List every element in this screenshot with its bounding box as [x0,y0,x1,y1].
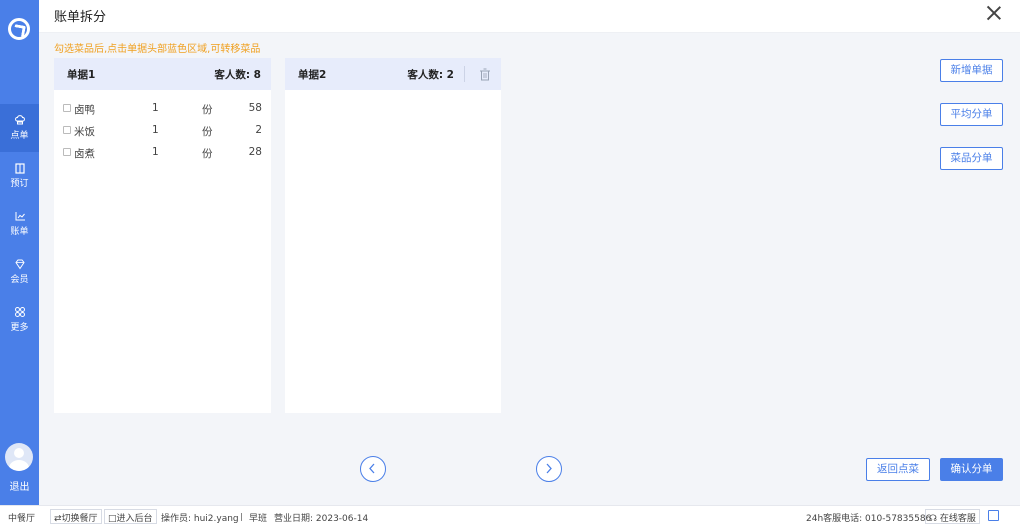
confirm-split-button[interactable]: 确认分单 [940,458,1003,481]
guest-count: 客人数: 2 [407,68,454,81]
sidebar-item-label: 预订 [10,179,29,189]
divider [464,66,465,82]
book-icon [14,162,26,174]
online-service-label: 在线客服 [939,514,976,524]
sidebar-item-label: 点单 [10,131,29,141]
current-hall: 中餐厅 [8,514,36,524]
switch-hall-button[interactable]: ⇄切换餐厅 [50,509,102,524]
dish-price: 58 [248,102,262,114]
grid-icon [14,306,26,318]
hint-text: 勾选菜品后,点击单据头部蓝色区域,可转移菜品 [54,44,261,55]
dish-qty: 1 [152,124,159,136]
item-checkbox[interactable] [63,148,71,156]
item-checkbox[interactable] [63,126,71,134]
bill-name: 单据1 [67,68,96,81]
sidebar-item-label: 更多 [10,323,29,333]
guest-count: 客人数: 8 [214,68,261,81]
item-checkbox[interactable] [63,104,71,112]
sidebar-item-reservation[interactable]: 预订 [0,152,39,200]
enter-backend-label: 进入后台 [116,514,153,524]
status-bar: 中餐厅 ⇄切换餐厅 □进入后台 操作员: hui2.yang 早班 营业日期: … [0,505,1020,527]
shift-info: 早班 [249,514,268,524]
page-title: 账单拆分 [54,10,107,25]
add-bill-button[interactable]: 新增单据 [940,59,1003,82]
dish-qty: 1 [152,146,159,158]
chart-icon [14,210,26,222]
dish-unit: 份 [202,148,213,160]
dish-price: 2 [255,124,262,136]
sidebar-item-label: 会员 [10,275,29,285]
chevron-left-icon [369,463,375,474]
diamond-icon [14,258,26,270]
fullscreen-icon[interactable] [988,510,999,521]
operator-info: 操作员: hui2.yang [161,514,239,524]
average-split-button[interactable]: 平均分单 [940,103,1003,126]
prev-page-button[interactable] [360,456,386,482]
list-item[interactable]: 米饭 1 份 2 [54,120,271,142]
bill-header-1[interactable]: 单据1 客人数: 8 [54,58,271,90]
dish-unit: 份 [202,104,213,116]
sidebar-item-label: 账单 [10,227,29,237]
bill-panel-1: 单据1 客人数: 8 卤鸭 1 份 58 米饭 1 份 2 卤煮 1 份 28 [54,58,271,413]
chef-hat-icon [14,114,26,126]
headset-icon: ☊ [929,514,937,524]
sidebar: 点单 预订 账单 会员 更多 退出 [0,0,39,505]
bill-header-2[interactable]: 单据2 客人数: 2 [285,58,501,90]
chevron-right-icon [546,463,552,474]
list-item[interactable]: 卤鸭 1 份 58 [54,98,271,120]
dish-price: 28 [248,146,262,158]
bill-name: 单据2 [298,68,327,81]
dish-name: 米饭 [74,126,95,138]
logout-button[interactable]: 退出 [0,478,39,493]
dish-name: 卤鸭 [74,104,95,116]
trash-icon[interactable] [479,68,491,81]
sidebar-item-order[interactable]: 点单 [0,104,39,152]
bill-panel-2: 单据2 客人数: 2 [285,58,501,413]
dish-split-button[interactable]: 菜品分单 [940,147,1003,170]
list-item[interactable]: 卤煮 1 份 28 [54,142,271,164]
sidebar-item-more[interactable]: 更多 [0,296,39,344]
next-page-button[interactable] [536,456,562,482]
business-date: 营业日期: 2023-06-14 [274,514,369,524]
sidebar-item-bill[interactable]: 账单 [0,200,39,248]
sidebar-item-member[interactable]: 会员 [0,248,39,296]
dish-qty: 1 [152,102,159,114]
dish-name: 卤煮 [74,148,95,160]
hotline: 24h客服电话: 010-57835586 [806,514,932,524]
close-icon[interactable] [986,5,1002,21]
dish-unit: 份 [202,126,213,138]
divider [241,513,242,521]
app-logo [8,18,30,40]
enter-backend-button[interactable]: □进入后台 [104,509,157,524]
online-service-button[interactable]: ☊ 在线客服 [925,509,980,524]
back-to-order-button[interactable]: 返回点菜 [866,458,930,481]
avatar[interactable] [5,443,33,471]
bill-items-1: 卤鸭 1 份 58 米饭 1 份 2 卤煮 1 份 28 [54,90,271,164]
header-divider [39,32,1020,33]
